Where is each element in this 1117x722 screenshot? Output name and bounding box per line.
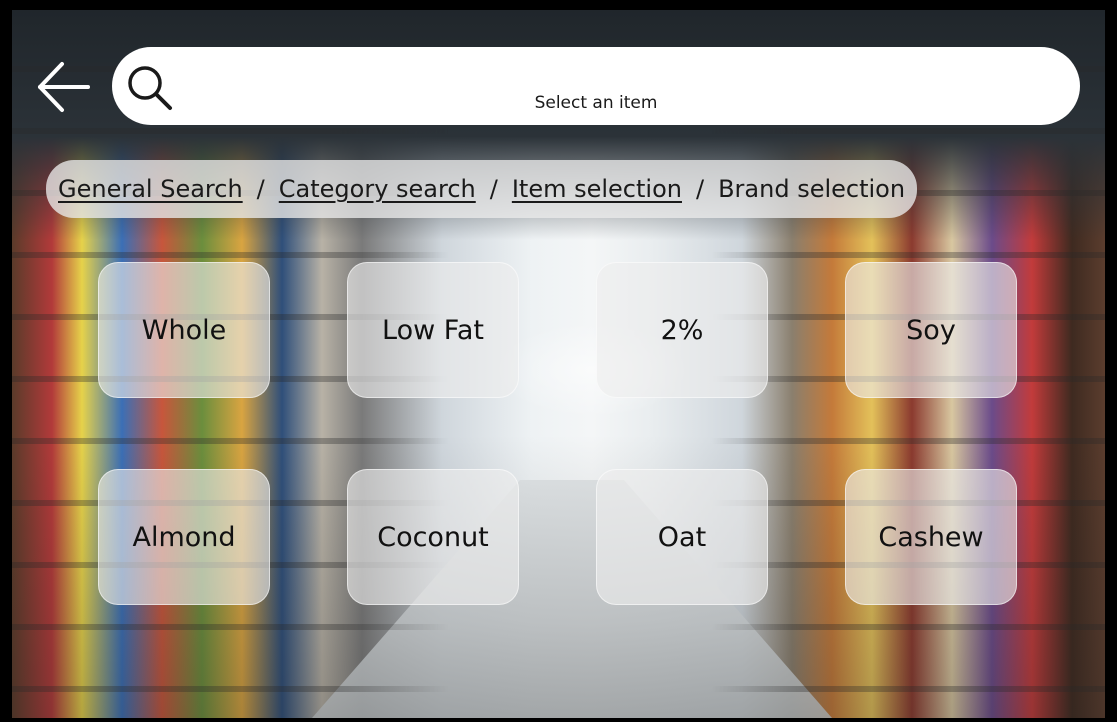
arrow-left-icon [38,62,90,112]
search-bar[interactable]: Select an item [112,47,1080,125]
option-oat[interactable]: Oat [596,469,768,605]
option-2-percent[interactable]: 2% [596,262,768,398]
option-almond[interactable]: Almond [98,469,270,605]
breadcrumb: General Search / Category search / Item … [46,160,918,218]
option-coconut[interactable]: Coconut [347,469,519,605]
breadcrumb-separator: / [695,175,705,203]
breadcrumb-general-search[interactable]: General Search [58,175,243,203]
breadcrumb-brand-selection: Brand selection [718,175,906,203]
breadcrumb-item-selection[interactable]: Item selection [512,175,682,203]
breadcrumb-separator: / [489,175,498,203]
breadcrumb-separator: / [256,175,265,203]
screen: Select an item General Search / Category… [12,10,1105,718]
option-whole[interactable]: Whole [98,262,270,398]
search-placeholder: Select an item [534,93,658,113]
option-soy[interactable]: Soy [845,262,1017,398]
option-low-fat[interactable]: Low Fat [347,262,519,398]
option-cashew[interactable]: Cashew [845,469,1017,605]
back-button[interactable] [34,60,92,114]
breadcrumb-category-search[interactable]: Category search [279,175,476,203]
